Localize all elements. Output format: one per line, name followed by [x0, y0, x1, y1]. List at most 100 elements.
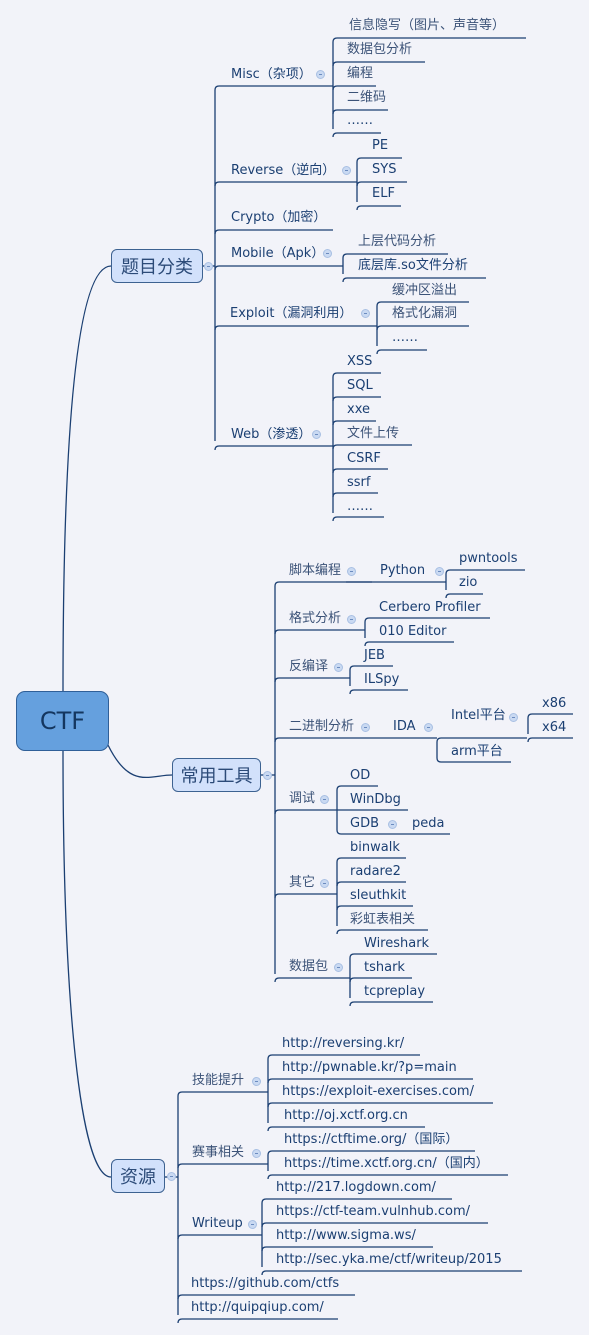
subtopic-node[interactable]: 二进制分析	[289, 719, 354, 735]
subtopic-node[interactable]: 赛事相关	[192, 1145, 244, 1161]
link-node[interactable]: https://exploit-exercises.com/	[282, 1084, 474, 1100]
leaf-node[interactable]: 信息隐写（图片、声音等）	[349, 18, 505, 34]
collapse-toggle-icon[interactable]	[424, 723, 433, 732]
collapse-toggle-icon[interactable]	[263, 771, 272, 780]
leaf-node[interactable]: x86	[542, 696, 566, 712]
leaf-node[interactable]: ……	[347, 499, 373, 515]
subtopic-node[interactable]: 脚本编程	[289, 563, 341, 579]
branch-line	[177, 1318, 338, 1324]
tool-node[interactable]: GDB	[350, 816, 379, 832]
leaf-node[interactable]: binwalk	[350, 840, 400, 856]
branch-node-resources[interactable]: 资源	[111, 1159, 165, 1193]
subtopic-node[interactable]: 技能提升	[192, 1073, 244, 1089]
link-node[interactable]: https://ctf-team.vulnhub.com/	[276, 1204, 470, 1220]
link-node[interactable]: https://github.com/ctfs	[191, 1276, 339, 1292]
collapse-toggle-icon[interactable]	[167, 1172, 176, 1181]
collapse-toggle-icon[interactable]	[247, 1220, 257, 1229]
leaf-node[interactable]: ELF	[372, 186, 395, 202]
leaf-node[interactable]: 彩虹表相关	[350, 912, 415, 928]
link-node[interactable]: https://ctftime.org/（国际）	[284, 1132, 458, 1148]
leaf-node[interactable]: 底层库.so文件分析	[358, 258, 468, 274]
link-node[interactable]: https://time.xctf.org.cn/（国内）	[284, 1156, 489, 1172]
leaf-node[interactable]: Cerbero Profiler	[379, 600, 481, 616]
link-node[interactable]: http://reversing.kr/	[282, 1036, 404, 1052]
leaf-node[interactable]: tcpreplay	[364, 984, 425, 1000]
subtopic-node[interactable]: 反编译	[289, 659, 328, 675]
leaf-node[interactable]: 010 Editor	[379, 624, 446, 640]
subtopic-node[interactable]: Misc（杂项）	[231, 67, 312, 83]
leaf-node[interactable]: PE	[372, 138, 388, 154]
collapse-toggle-icon[interactable]	[252, 1149, 261, 1158]
collapse-toggle-icon[interactable]	[347, 615, 356, 624]
platform-node[interactable]: Intel平台	[451, 708, 506, 724]
subtopic-node[interactable]: Web（渗透）	[231, 427, 311, 443]
leaf-node[interactable]: 二维码	[347, 90, 386, 106]
leaf-node[interactable]: x64	[542, 720, 566, 736]
root-node-ctf[interactable]: CTF	[16, 691, 109, 751]
branch-line	[332, 444, 412, 450]
collapse-toggle-icon[interactable]	[509, 713, 518, 722]
leaf-node[interactable]: 编程	[347, 66, 373, 82]
leaf-node[interactable]: 格式化漏洞	[392, 306, 457, 322]
leaf-node[interactable]: zio	[459, 575, 477, 591]
subtopic-node[interactable]: Crypto（加密）	[231, 210, 326, 226]
subtopic-node[interactable]: Reverse（逆向）	[231, 163, 335, 179]
subtopic-node[interactable]: 调试	[289, 791, 315, 807]
branch-line	[267, 1174, 508, 1180]
subtopic-node[interactable]: 数据包	[289, 959, 328, 975]
leaf-node[interactable]: SYS	[372, 162, 396, 178]
leaf-node[interactable]: JEB	[364, 648, 385, 664]
collapse-toggle-icon[interactable]	[333, 663, 343, 672]
collapse-toggle-icon[interactable]	[320, 795, 329, 804]
leaf-node[interactable]: WinDbg	[350, 792, 401, 808]
collapse-toggle-icon[interactable]	[315, 70, 325, 79]
subtopic-node[interactable]: Mobile（Apk）	[231, 246, 324, 262]
leaf-node[interactable]: SQL	[347, 378, 373, 394]
leaf-node[interactable]: arm平台	[451, 744, 503, 760]
leaf-node[interactable]: XSS	[347, 354, 372, 370]
leaf-node[interactable]: radare2	[350, 864, 401, 880]
leaf-node[interactable]: ……	[392, 330, 418, 346]
leaf-node[interactable]: pwntools	[459, 551, 518, 567]
tool-node[interactable]: IDA	[393, 719, 416, 735]
leaf-node[interactable]: ……	[347, 113, 373, 129]
collapse-toggle-icon[interactable]	[311, 430, 321, 439]
leaf-node[interactable]: 缓冲区溢出	[392, 283, 457, 299]
leaf-node[interactable]: OD	[350, 768, 370, 784]
subtopic-node[interactable]: Writeup	[192, 1216, 243, 1232]
leaf-node[interactable]: 上层代码分析	[358, 234, 436, 250]
subtopic-node[interactable]: Exploit（漏洞利用）	[230, 306, 352, 322]
collapse-toggle-icon[interactable]	[388, 820, 397, 829]
link-node[interactable]: http://217.logdown.com/	[276, 1180, 436, 1196]
collapse-toggle-icon[interactable]	[320, 879, 329, 888]
link-node[interactable]: http://sec.yka.me/ctf/writeup/2015	[276, 1252, 502, 1268]
leaf-node[interactable]: peda	[412, 816, 444, 832]
leaf-node[interactable]: 数据包分析	[347, 42, 412, 58]
leaf-node[interactable]: xxe	[347, 402, 370, 418]
leaf-node[interactable]: sleuthkit	[350, 888, 406, 904]
leaf-node[interactable]: Wireshark	[364, 936, 429, 952]
branch-line	[261, 1198, 452, 1204]
collapse-toggle-icon[interactable]	[361, 309, 370, 318]
collapse-toggle-icon[interactable]	[360, 723, 370, 732]
branch-node-common-tools[interactable]: 常用工具	[172, 758, 261, 792]
tool-node[interactable]: Python	[380, 563, 425, 579]
link-node[interactable]: http://www.sigma.ws/	[276, 1228, 416, 1244]
subtopic-node[interactable]: 其它	[289, 875, 315, 891]
leaf-node[interactable]: 文件上传	[347, 426, 399, 442]
link-node[interactable]: http://oj.xctf.org.cn	[284, 1108, 408, 1124]
leaf-node[interactable]: ILSpy	[364, 672, 399, 688]
leaf-node[interactable]: CSRF	[347, 451, 381, 467]
collapse-toggle-icon[interactable]	[347, 567, 356, 576]
collapse-toggle-icon[interactable]	[204, 262, 213, 271]
leaf-node[interactable]: ssrf	[347, 475, 370, 491]
collapse-toggle-icon[interactable]	[252, 1077, 261, 1086]
link-node[interactable]: http://quipqiup.com/	[191, 1300, 324, 1316]
branch-node-topic-categories[interactable]: 题目分类	[111, 249, 203, 283]
root-label: CTF	[39, 707, 86, 735]
collapse-toggle-icon[interactable]	[333, 963, 343, 972]
collapse-toggle-icon[interactable]	[435, 567, 444, 576]
subtopic-node[interactable]: 格式分析	[289, 611, 341, 627]
link-node[interactable]: http://pwnable.kr/?p=main	[282, 1060, 457, 1076]
leaf-node[interactable]: tshark	[364, 960, 405, 976]
